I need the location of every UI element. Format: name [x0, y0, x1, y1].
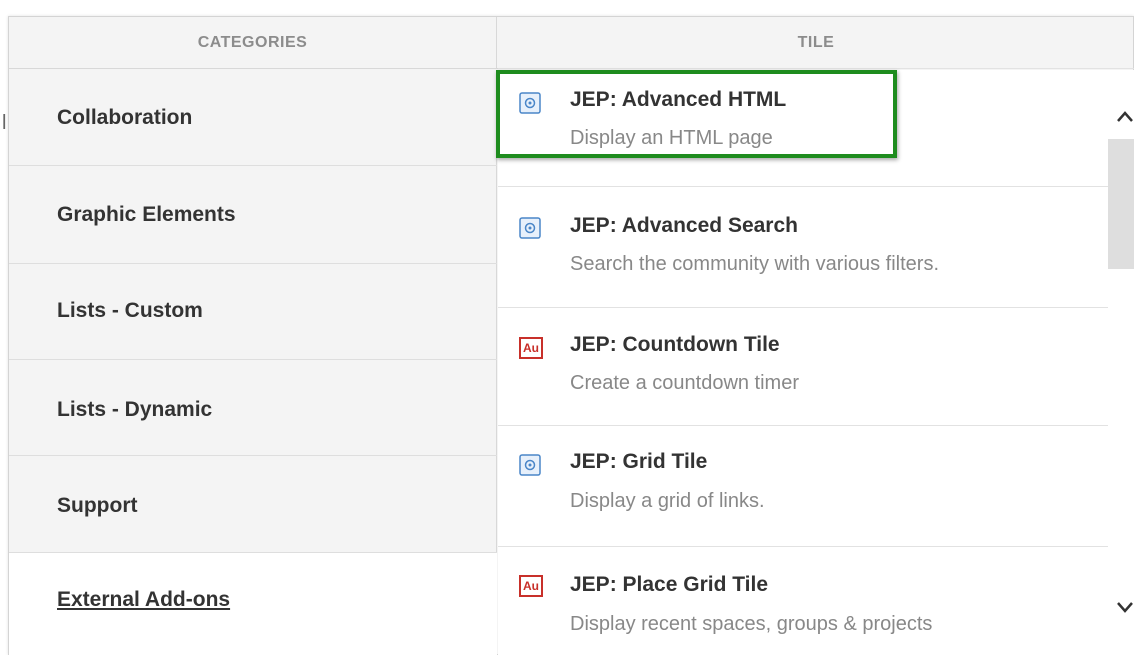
- category-label: Graphic Elements: [57, 203, 236, 226]
- category-item-external-add-ons[interactable]: External Add-ons: [9, 553, 497, 655]
- category-label: Support: [57, 494, 138, 517]
- category-label: External Add-ons: [57, 588, 231, 611]
- highlight-box: [496, 70, 897, 158]
- adobe-au-icon: Au: [519, 575, 543, 597]
- tile-title: JEP: Advanced Search: [570, 214, 798, 237]
- category-item-lists-custom[interactable]: Lists - Custom: [9, 264, 497, 360]
- app-tile-icon: [519, 454, 541, 476]
- tile-item-advanced-search[interactable]: JEP: Advanced Search Search the communit…: [498, 187, 1108, 308]
- tile-title: JEP: Grid Tile: [570, 450, 708, 473]
- column-headers: CATEGORIES TILE: [9, 17, 1134, 69]
- app-tile-icon: [519, 217, 541, 239]
- categories-column-header: CATEGORIES: [9, 17, 497, 69]
- tile-title: JEP: Countdown Tile: [570, 333, 780, 356]
- category-item-graphic-elements[interactable]: Graphic Elements: [9, 166, 497, 264]
- category-item-support[interactable]: Support: [9, 456, 497, 553]
- scrollbar-thumb[interactable]: [1108, 139, 1134, 269]
- adobe-au-icon: Au: [519, 337, 543, 359]
- scroll-up-chevron-icon[interactable]: [1113, 105, 1134, 129]
- category-item-lists-dynamic[interactable]: Lists - Dynamic: [9, 360, 497, 456]
- tile-item-place-grid-tile[interactable]: Au JEP: Place Grid Tile Display recent s…: [498, 547, 1108, 655]
- tile-description: Create a countdown timer: [570, 372, 800, 394]
- category-label: Collaboration: [57, 106, 193, 129]
- background-text-fragment: l: [2, 112, 7, 134]
- tile-column-header: TILE: [498, 17, 1134, 69]
- tile-description: Search the community with various filter…: [570, 253, 940, 275]
- scroll-down-chevron-icon[interactable]: [1113, 595, 1134, 619]
- category-label: Lists - Dynamic: [57, 398, 213, 421]
- tile-item-countdown-tile[interactable]: Au JEP: Countdown Tile Create a countdow…: [498, 308, 1108, 426]
- tile-description: Display recent spaces, groups & projects: [570, 613, 933, 635]
- tile-title: JEP: Place Grid Tile: [570, 573, 769, 596]
- tile-description: Display a grid of links.: [570, 490, 765, 512]
- category-label: Lists - Custom: [57, 299, 203, 322]
- category-item-collaboration[interactable]: Collaboration: [9, 70, 497, 166]
- category-list: Collaboration Graphic Elements Lists - C…: [9, 70, 497, 655]
- tile-item-grid-tile[interactable]: JEP: Grid Tile Display a grid of links.: [498, 426, 1108, 547]
